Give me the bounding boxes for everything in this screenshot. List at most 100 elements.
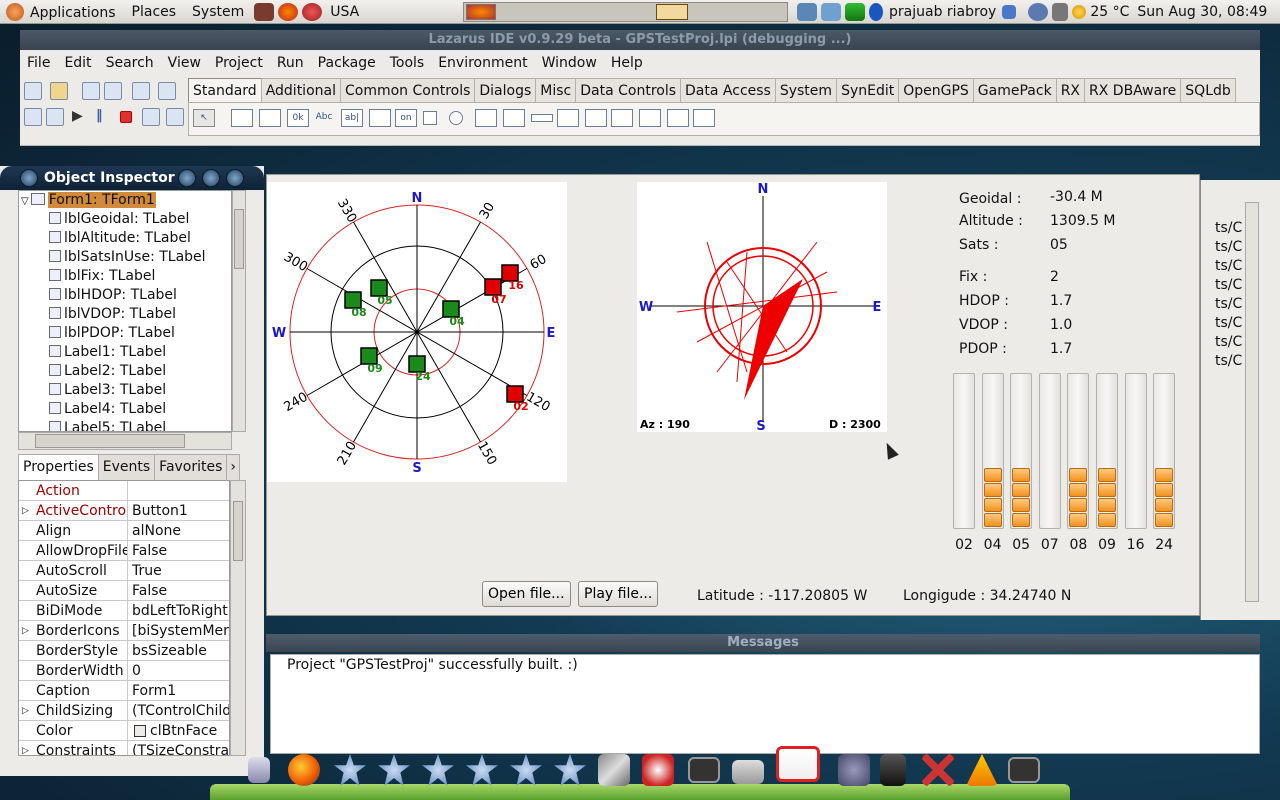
property-row[interactable]: Align alNone	[19, 521, 229, 541]
debian-icon[interactable]	[642, 754, 674, 786]
tree-node-form1[interactable]: ▽ Form1: TForm1	[21, 191, 156, 210]
property-row[interactable]: Caption Form1	[19, 681, 229, 701]
scroll-thumb[interactable]	[233, 501, 243, 561]
user-name[interactable]: prajuab riabroy	[885, 4, 1000, 20]
property-row[interactable]: BiDiMode bdLeftToRight	[19, 601, 229, 621]
menu-file[interactable]: File	[20, 55, 57, 71]
property-value[interactable]: (TSizeConstrai	[132, 741, 229, 755]
gmail-icon[interactable]	[776, 746, 820, 782]
save-icon[interactable]	[82, 82, 100, 100]
play-file-button[interactable]: Play file...	[578, 581, 659, 607]
label-icon[interactable]: Abc	[313, 109, 335, 127]
expand-icon[interactable]: ▷	[22, 621, 29, 641]
radiogroup-icon[interactable]	[585, 109, 607, 127]
property-value[interactable]: True	[132, 561, 229, 581]
actionlist-icon[interactable]	[693, 109, 715, 127]
menu-tools[interactable]: Tools	[383, 55, 432, 71]
property-row[interactable]: ▷ BorderIcons [biSystemMen	[19, 621, 229, 641]
property-row[interactable]: AutoScroll True	[19, 561, 229, 581]
tab-events[interactable]: Events	[97, 454, 156, 480]
menu-edit[interactable]: Edit	[57, 55, 98, 71]
terminal-icon[interactable]	[688, 757, 720, 783]
property-row[interactable]: ▷ ChildSizing (TControlChildS	[19, 701, 229, 721]
radiobutton-icon[interactable]	[449, 111, 463, 125]
editor-scrollbar[interactable]	[1245, 202, 1259, 602]
tree-node[interactable]: lblAltitude: TLabel	[49, 229, 191, 248]
expand-icon[interactable]: ▷	[22, 701, 29, 721]
tab-dialogs[interactable]: Dialogs	[474, 78, 537, 102]
property-row[interactable]: BorderWidth 0	[19, 661, 229, 681]
screenshot-icon[interactable]	[797, 3, 817, 21]
tree-node[interactable]: lblFix: TLabel	[49, 267, 155, 286]
wifi-icon[interactable]	[845, 3, 865, 21]
property-value[interactable]: bdLeftToRight	[132, 601, 229, 621]
tree-node[interactable]: lblVDOP: TLabel	[49, 305, 176, 324]
frame-icon[interactable]	[667, 109, 689, 127]
property-row[interactable]: ▷ ActiveControl Button1	[19, 501, 229, 521]
build-message[interactable]: Project "GPSTestProj" successfully built…	[287, 657, 578, 673]
tree-node[interactable]: Label5: TLabel	[49, 419, 166, 431]
tab-favorites[interactable]: Favorites	[154, 454, 228, 480]
tab-synedit[interactable]: SynEdit	[836, 78, 900, 102]
scroll-thumb[interactable]	[35, 434, 185, 448]
browser-launcher-icon[interactable]	[278, 2, 299, 21]
settings-icon[interactable]	[1028, 3, 1049, 21]
maximize-icon[interactable]	[202, 169, 220, 187]
firefox-icon[interactable]	[288, 754, 320, 786]
property-value[interactable]: 0	[132, 661, 229, 681]
collapse-icon[interactable]: ▽	[21, 196, 29, 207]
menu-view[interactable]: View	[161, 55, 208, 71]
tab-rx[interactable]: RX	[1055, 78, 1086, 102]
keyboard-layout[interactable]: USA	[324, 4, 365, 20]
menu-search[interactable]: Search	[99, 55, 161, 71]
terminal-icon[interactable]	[1008, 757, 1040, 783]
property-row[interactable]: AutoSize False	[19, 581, 229, 601]
places-menu[interactable]: Places	[124, 4, 185, 20]
tree-node[interactable]: lblGeoidal: TLabel	[49, 210, 189, 229]
checkbox-icon[interactable]	[423, 111, 437, 125]
tab-system[interactable]: System	[774, 78, 838, 102]
run-icon[interactable]: ▶	[72, 108, 90, 126]
pause-icon[interactable]: ‖	[96, 108, 114, 126]
button-icon[interactable]: 0k	[287, 109, 309, 127]
tree-node[interactable]: Label1: TLabel	[49, 343, 166, 362]
property-row[interactable]: Action	[19, 481, 229, 501]
property-value[interactable]: (TControlChildS	[132, 701, 229, 721]
menu-run[interactable]: Run	[270, 55, 311, 71]
menu-help[interactable]: Help	[604, 55, 650, 71]
property-value[interactable]: alNone	[132, 521, 229, 541]
close-icon[interactable]	[226, 169, 244, 187]
property-value[interactable]: False	[132, 541, 229, 561]
tab-additional[interactable]: Additional	[260, 78, 341, 102]
menu-package[interactable]: Package	[311, 55, 383, 71]
firefox-task-button[interactable]	[466, 4, 496, 20]
tab-standard[interactable]: Standard	[188, 78, 262, 102]
applications-menu[interactable]: Applications	[0, 2, 124, 21]
lazarus-task-button[interactable]	[656, 4, 688, 20]
step-into-icon[interactable]	[142, 108, 160, 126]
tree-node[interactable]: lblPDOP: TLabel	[49, 324, 175, 343]
tree-vertical-scrollbar[interactable]	[232, 190, 246, 432]
system-menu[interactable]: System	[184, 4, 252, 20]
step-over-icon[interactable]	[166, 108, 184, 126]
open-file-button[interactable]: Open file...	[482, 581, 571, 607]
property-row[interactable]: AllowDropFile False	[19, 541, 229, 561]
tab-opengps[interactable]: OpenGPS	[898, 78, 974, 102]
stop-icon[interactable]	[120, 111, 132, 123]
tab-sqldb[interactable]: SQLdb	[1180, 78, 1236, 102]
tab-properties[interactable]: Properties	[18, 454, 99, 480]
property-value[interactable]: clBtnFace	[132, 721, 229, 741]
togglebox-icon[interactable]: on	[395, 109, 417, 127]
view-units-icon[interactable]	[24, 108, 42, 126]
checkgroup-icon[interactable]	[611, 109, 633, 127]
tab-misc[interactable]: Misc	[535, 78, 577, 102]
combobox-icon[interactable]	[503, 109, 525, 127]
property-row[interactable]: ▷ Constraints (TSizeConstrai	[19, 741, 229, 755]
tab-rx-dbaware[interactable]: RX DBAware	[1084, 78, 1182, 102]
property-value[interactable]: bsSizeable	[132, 641, 229, 661]
temperature[interactable]: 25 °C	[1088, 4, 1137, 20]
scroll-thumb[interactable]	[234, 209, 244, 269]
tree-node[interactable]: lblSatsInUse: TLabel	[49, 248, 206, 267]
property-value[interactable]: False	[132, 581, 229, 601]
minimize-icon[interactable]	[178, 169, 196, 187]
